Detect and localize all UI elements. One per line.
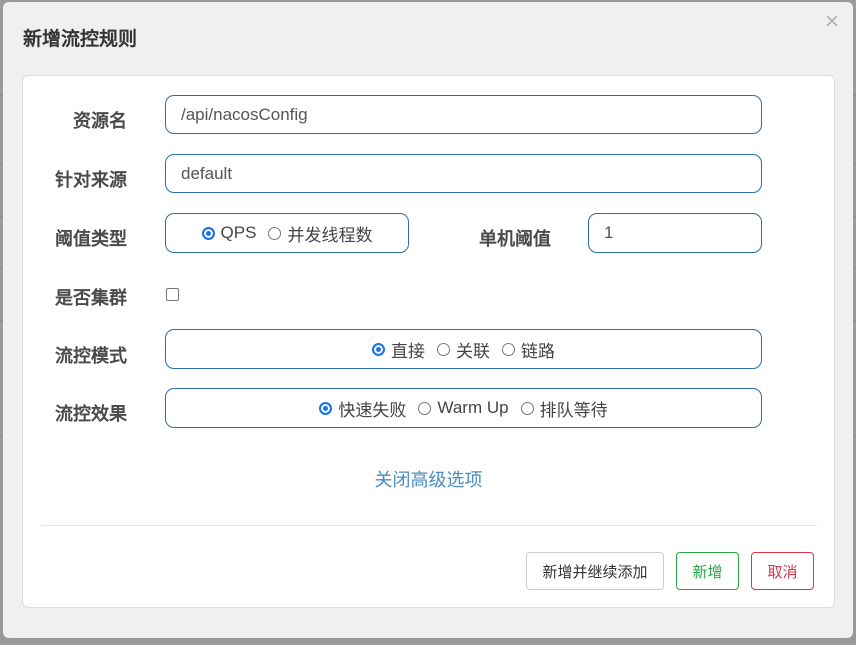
radio-unchecked-icon[interactable] [502, 342, 515, 356]
threshold-type-radio-group: QPS 并发线程数 [165, 213, 409, 253]
cancel-button[interactable]: 取消 [751, 552, 814, 590]
radio-option-qps[interactable]: QPS [201, 223, 257, 243]
single-threshold-label: 单机阈值 [479, 229, 551, 249]
radio-unchecked-icon[interactable] [418, 401, 432, 415]
radio-checked-icon[interactable] [201, 226, 215, 240]
radio-label: Warm Up [437, 398, 509, 417]
add-and-continue-button[interactable]: 新增并继续添加 [526, 552, 664, 590]
radio-checked-icon[interactable] [319, 401, 333, 415]
single-threshold-input[interactable] [588, 213, 762, 253]
radio-option-direct[interactable]: 直接 [372, 337, 425, 362]
toggle-advanced-options-link[interactable]: 关闭高级选项 [23, 466, 834, 492]
radio-option-relate[interactable]: 关联 [437, 337, 490, 362]
radio-unchecked-icon[interactable] [268, 226, 282, 240]
dialog-title: 新增流控规则 [23, 29, 138, 50]
radio-checked-icon[interactable] [372, 342, 385, 356]
radio-option-queue[interactable]: 排队等待 [520, 396, 608, 421]
limit-app-input[interactable] [165, 154, 762, 193]
radio-option-chain[interactable]: 链路 [502, 337, 555, 362]
radio-unchecked-icon[interactable] [437, 342, 450, 356]
resource-name-input[interactable] [165, 95, 762, 134]
footer-divider [42, 525, 817, 526]
flow-mode-label: 流控模式 [55, 346, 127, 366]
flow-effect-label: 流控效果 [55, 404, 127, 424]
radio-label: 直接 [391, 341, 425, 361]
radio-option-fast-fail[interactable]: 快速失败 [319, 396, 406, 421]
radio-label: 关联 [456, 341, 490, 361]
radio-label: 排队等待 [539, 400, 608, 420]
radio-option-warm-up[interactable]: Warm Up [418, 398, 509, 418]
radio-label: QPS [220, 223, 257, 242]
form-panel: 资源名 针对来源 阈值类型 QPS 并发线程数 单机阈值 是否集群 流控模式 [22, 75, 835, 608]
radio-unchecked-icon[interactable] [520, 401, 534, 415]
add-button[interactable]: 新增 [676, 552, 739, 590]
add-flow-rule-dialog: 新增流控规则 × 资源名 针对来源 阈值类型 QPS 并发线程数 单机阈值 是否… [3, 2, 853, 638]
resource-name-label: 资源名 [73, 111, 127, 131]
flow-mode-radio-group: 直接 关联 链路 [165, 329, 762, 369]
limit-app-label: 针对来源 [55, 170, 127, 190]
radio-label: 链路 [521, 341, 555, 361]
flow-effect-radio-group: 快速失败 Warm Up 排队等待 [165, 388, 762, 428]
radio-label: 并发线程数 [287, 225, 373, 245]
cluster-mode-label: 是否集群 [55, 288, 127, 308]
radio-label: 快速失败 [338, 400, 407, 420]
cluster-mode-checkbox[interactable] [166, 288, 179, 301]
threshold-type-label: 阈值类型 [55, 229, 127, 249]
close-icon[interactable]: × [825, 10, 839, 34]
radio-option-thread-count[interactable]: 并发线程数 [268, 221, 372, 246]
